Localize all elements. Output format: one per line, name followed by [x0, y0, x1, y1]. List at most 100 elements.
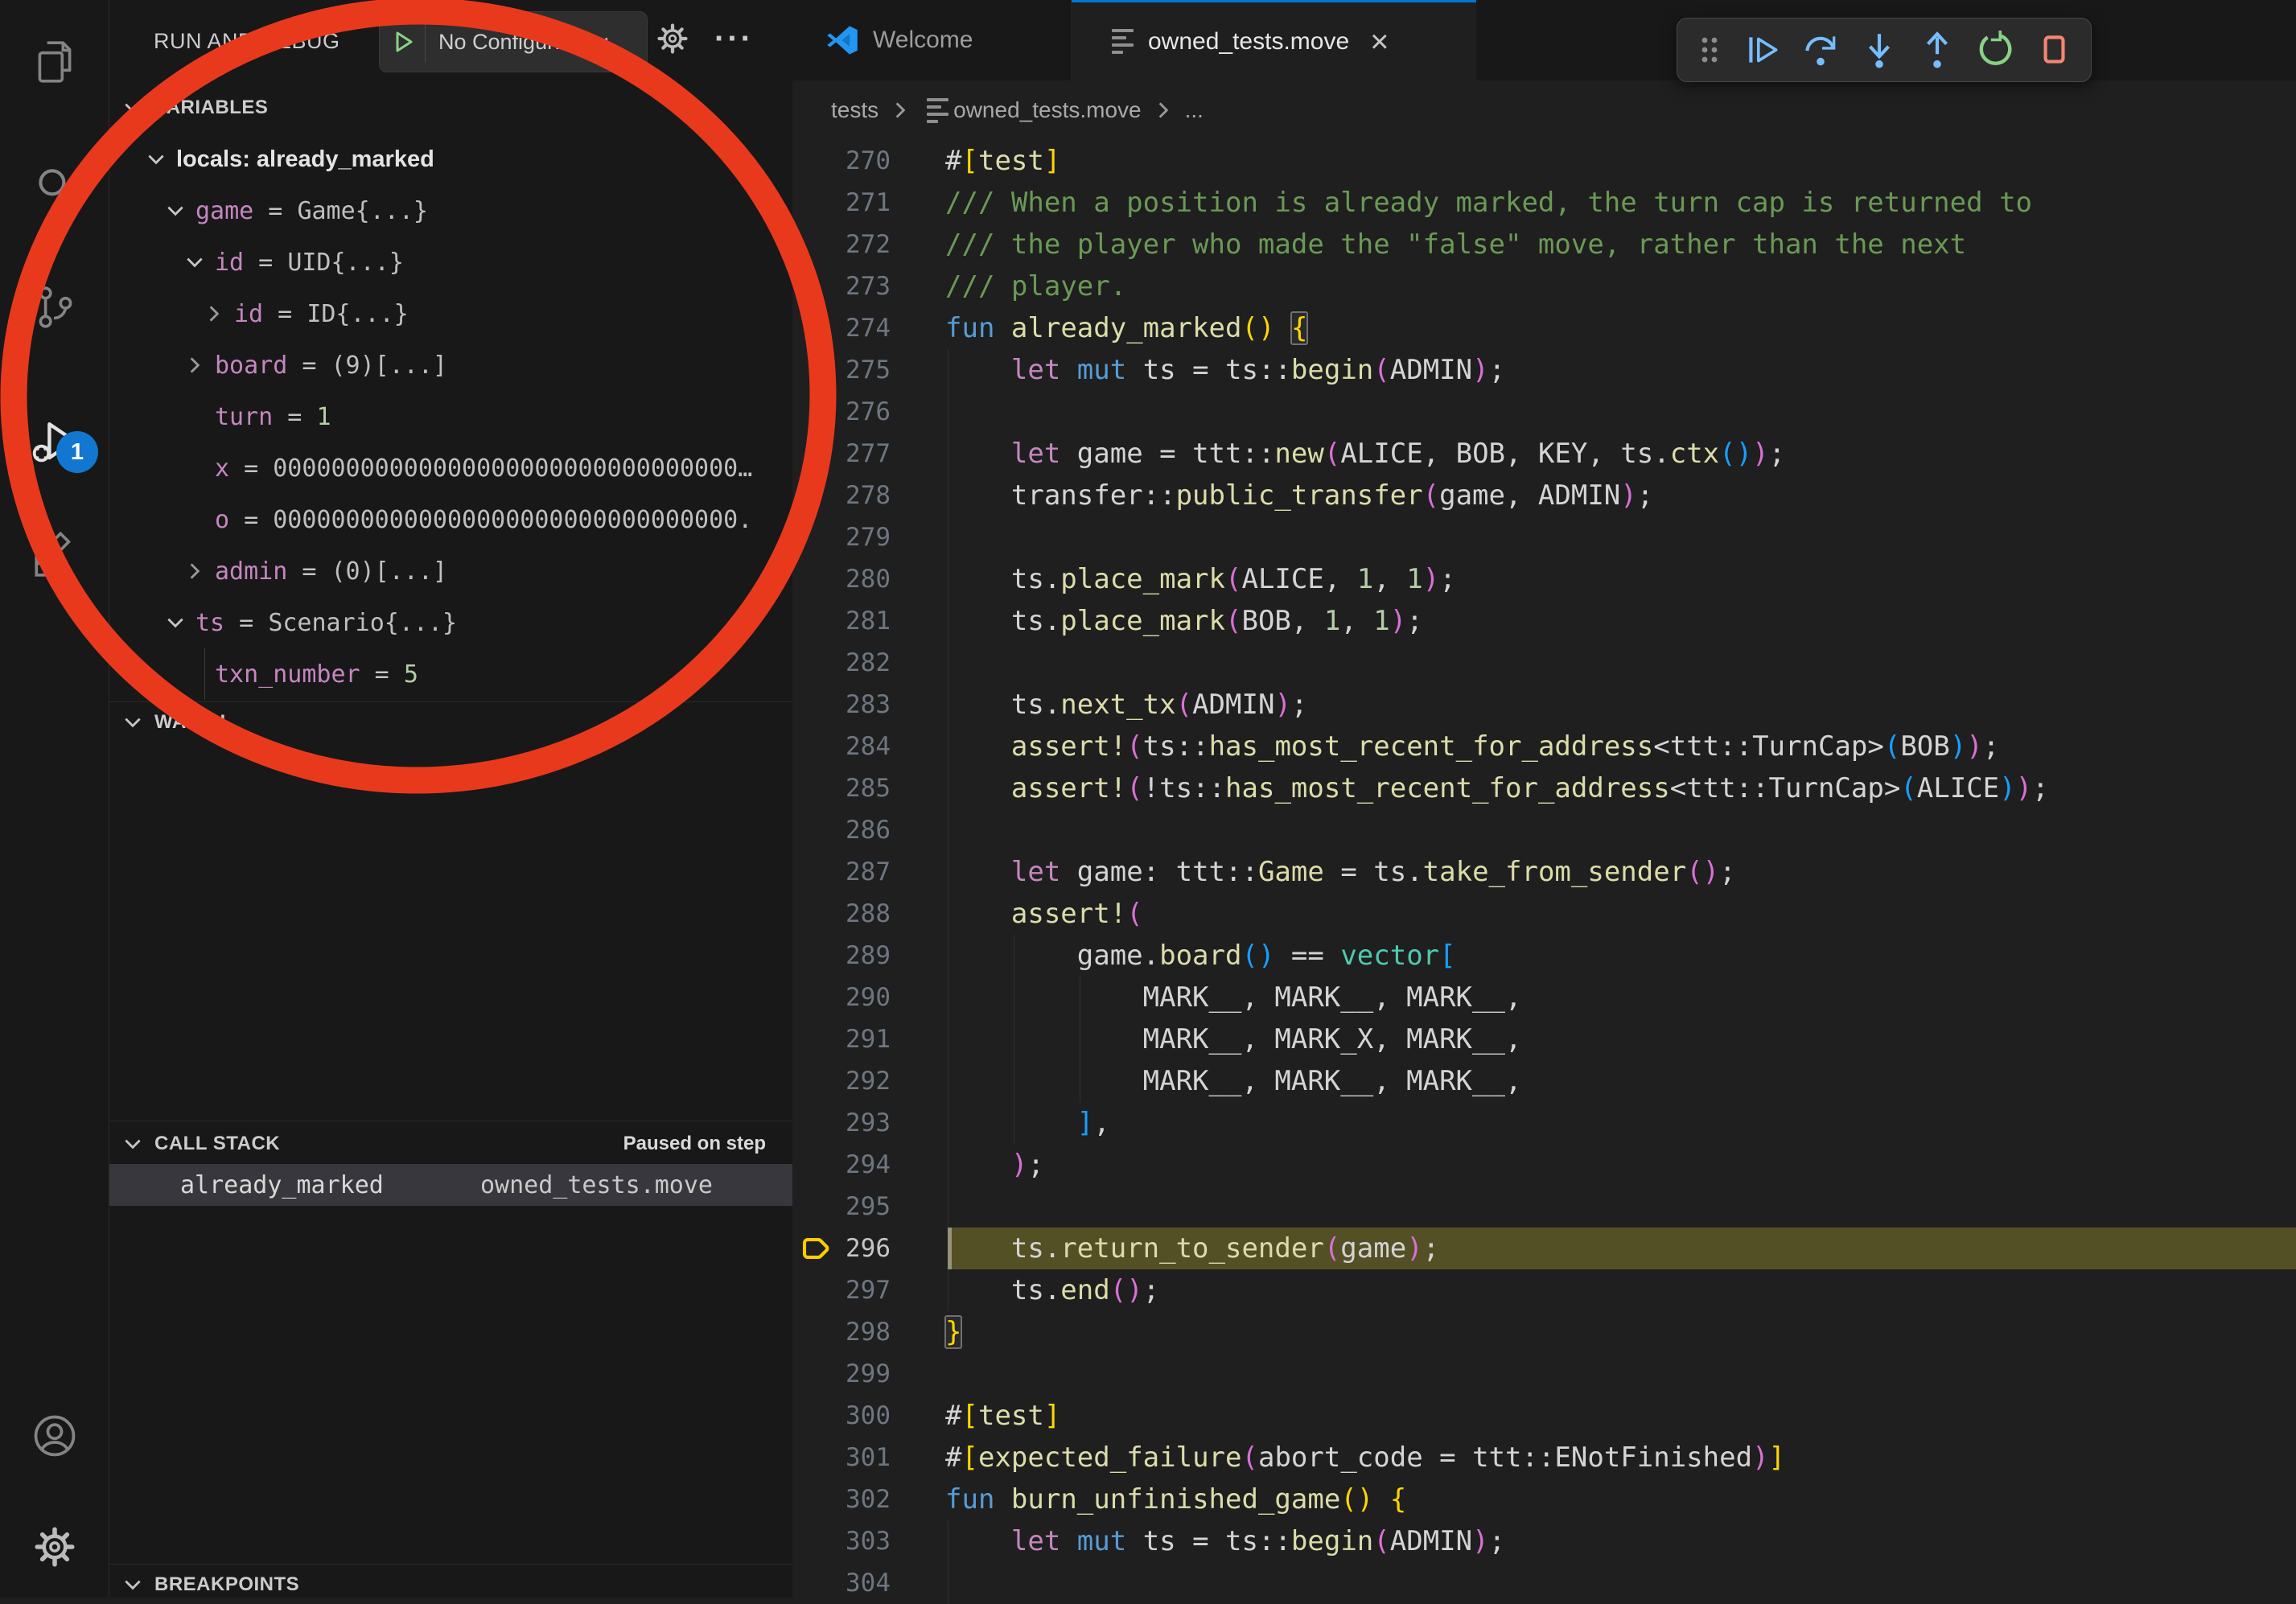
- line-number[interactable]: 288: [792, 893, 891, 935]
- line-number[interactable]: 304: [792, 1562, 891, 1604]
- stop-icon[interactable]: [2025, 24, 2083, 76]
- line-number[interactable]: 280: [792, 558, 891, 600]
- chevron-down-icon[interactable]: [184, 252, 215, 273]
- search-icon[interactable]: [0, 158, 109, 215]
- line-number[interactable]: 284: [792, 726, 891, 767]
- code-line-298[interactable]: 298}: [792, 1311, 2296, 1353]
- explorer-icon[interactable]: [0, 34, 109, 90]
- code-line-302[interactable]: 302fun burn_unfinished_game() {: [792, 1479, 2296, 1520]
- source-control-icon[interactable]: [0, 279, 109, 335]
- code-line-282[interactable]: 282: [792, 642, 2296, 684]
- code-line-277[interactable]: 277 let game = ttt::new(ALICE, BOB, KEY,…: [792, 433, 2296, 475]
- code-line-296[interactable]: 296 ts.return_to_sender(game);: [792, 1228, 2296, 1269]
- code-line-286[interactable]: 286: [792, 809, 2296, 851]
- line-number[interactable]: 283: [792, 684, 891, 726]
- line-number[interactable]: 302: [792, 1479, 891, 1520]
- code-line-285[interactable]: 285 assert!(!ts::has_most_recent_for_add…: [792, 767, 2296, 809]
- continue-icon[interactable]: [1734, 24, 1792, 76]
- code-line-289[interactable]: 289 game.board() == vector[: [792, 935, 2296, 977]
- debug-config-dropdown[interactable]: No Configur:: [379, 11, 648, 72]
- step-into-icon[interactable]: [1850, 24, 1907, 76]
- chevron-down-icon[interactable]: [146, 149, 176, 170]
- line-number[interactable]: 273: [792, 265, 891, 307]
- variable-row-id[interactable]: id = ID{...}: [109, 288, 792, 339]
- step-out-icon[interactable]: [1908, 24, 1966, 76]
- line-number[interactable]: 282: [792, 642, 891, 684]
- code-line-291[interactable]: 291 MARK__, MARK_X, MARK__,: [792, 1018, 2296, 1060]
- variable-row-turn[interactable]: turn = 1: [109, 391, 792, 442]
- line-number[interactable]: 297: [792, 1269, 891, 1311]
- code-line-293[interactable]: 293 ],: [792, 1102, 2296, 1144]
- variable-row-txn_number[interactable]: txn_number = 5: [109, 648, 792, 700]
- variable-row-o[interactable]: o = 00000000000000000000000000000000.: [109, 494, 792, 545]
- code-line-301[interactable]: 301#[expected_failure(abort_code = ttt::…: [792, 1437, 2296, 1479]
- line-number[interactable]: 285: [792, 767, 891, 809]
- breakpoints-section-header[interactable]: BREAKPOINTS: [109, 1567, 792, 1602]
- line-number[interactable]: 286: [792, 809, 891, 851]
- breadcrumb-file[interactable]: owned_tests.move: [953, 97, 1141, 123]
- line-number[interactable]: 292: [792, 1060, 891, 1102]
- variable-row-x[interactable]: x = 00000000000000000000000000000000…: [109, 442, 792, 494]
- line-number[interactable]: 298: [792, 1311, 891, 1353]
- debug-settings-gear-icon[interactable]: [655, 21, 690, 56]
- code-line-290[interactable]: 290 MARK__, MARK__, MARK__,: [792, 977, 2296, 1018]
- code-line-284[interactable]: 284 assert!(ts::has_most_recent_for_addr…: [792, 726, 2296, 767]
- code-line-279[interactable]: 279: [792, 516, 2296, 558]
- code-line-299[interactable]: 299: [792, 1353, 2296, 1395]
- call-stack-section-header[interactable]: CALL STACK Paused on step: [109, 1126, 792, 1162]
- settings-gear-icon[interactable]: [0, 1519, 109, 1575]
- line-number[interactable]: 300: [792, 1395, 891, 1437]
- step-over-icon[interactable]: [1792, 24, 1850, 76]
- code-line-281[interactable]: 281 ts.place_mark(BOB, 1, 1);: [792, 600, 2296, 642]
- code-editor[interactable]: 270#[test]271/// When a position is alre…: [792, 140, 2296, 1598]
- code-line-273[interactable]: 273/// player.: [792, 265, 2296, 307]
- line-number[interactable]: 296: [792, 1228, 891, 1269]
- line-number[interactable]: 274: [792, 307, 891, 349]
- chevron-right-icon[interactable]: [204, 303, 234, 324]
- line-number[interactable]: 287: [792, 851, 891, 893]
- line-number[interactable]: 275: [792, 349, 891, 391]
- line-number[interactable]: 293: [792, 1102, 891, 1144]
- code-line-300[interactable]: 300#[test]: [792, 1395, 2296, 1437]
- start-debugging-icon[interactable]: [391, 30, 415, 54]
- tab-owned-tests-move[interactable]: owned_tests.move ×: [1072, 0, 1476, 80]
- close-tab-icon[interactable]: ×: [1370, 26, 1389, 58]
- line-number[interactable]: 301: [792, 1437, 891, 1479]
- toolbar-drag-handle[interactable]: [1685, 24, 1734, 76]
- line-number[interactable]: 270: [792, 140, 891, 182]
- code-line-287[interactable]: 287 let game: ttt::Game = ts.take_from_s…: [792, 851, 2296, 893]
- line-number[interactable]: 281: [792, 600, 891, 642]
- code-line-288[interactable]: 288 assert!(: [792, 893, 2296, 935]
- line-number[interactable]: 289: [792, 935, 891, 977]
- variable-row-game[interactable]: game = Game{...}: [109, 185, 792, 236]
- extensions-icon[interactable]: [0, 525, 109, 582]
- chevron-down-icon[interactable]: [165, 200, 195, 221]
- line-number[interactable]: 299: [792, 1353, 891, 1395]
- line-number[interactable]: 294: [792, 1144, 891, 1186]
- code-line-297[interactable]: 297 ts.end();: [792, 1269, 2296, 1311]
- variable-row-board[interactable]: board = (9)[...]: [109, 339, 792, 391]
- line-number[interactable]: 279: [792, 516, 891, 558]
- line-number[interactable]: 291: [792, 1018, 891, 1060]
- call-stack-frame-row[interactable]: already_marked owned_tests.move: [109, 1164, 792, 1206]
- chevron-right-icon[interactable]: [184, 561, 215, 582]
- line-number[interactable]: 278: [792, 475, 891, 516]
- code-line-275[interactable]: 275 let mut ts = ts::begin(ADMIN);: [792, 349, 2296, 391]
- code-line-278[interactable]: 278 transfer::public_transfer(game, ADMI…: [792, 475, 2296, 516]
- line-number[interactable]: 295: [792, 1186, 891, 1228]
- code-line-270[interactable]: 270#[test]: [792, 140, 2296, 182]
- line-number[interactable]: 303: [792, 1520, 891, 1562]
- variable-row-ts[interactable]: ts = Scenario{...}: [109, 597, 792, 648]
- breadcrumb-symbol[interactable]: ...: [1185, 97, 1204, 123]
- line-number[interactable]: 276: [792, 391, 891, 433]
- breadcrumb-tests[interactable]: tests: [831, 97, 878, 123]
- line-number[interactable]: 271: [792, 182, 891, 224]
- variable-row-admin[interactable]: admin = (0)[...]: [109, 545, 792, 597]
- code-line-280[interactable]: 280 ts.place_mark(ALICE, 1, 1);: [792, 558, 2296, 600]
- variables-scope-row[interactable]: locals: already_marked: [109, 134, 792, 185]
- code-line-295[interactable]: 295: [792, 1186, 2296, 1228]
- code-line-283[interactable]: 283 ts.next_tx(ADMIN);: [792, 684, 2296, 726]
- tab-welcome[interactable]: Welcome: [792, 0, 1072, 80]
- account-icon[interactable]: [0, 1408, 109, 1464]
- code-line-271[interactable]: 271/// When a position is already marked…: [792, 182, 2296, 224]
